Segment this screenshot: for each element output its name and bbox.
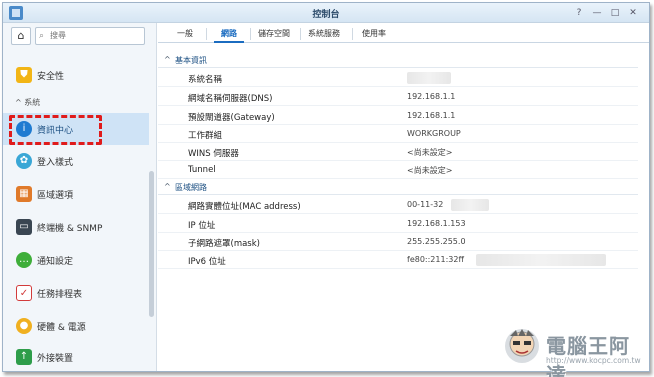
sidebar-item-label: 硬體 & 電源 [37, 323, 86, 333]
row-key: Tunnel [188, 165, 216, 175]
close-button[interactable]: ✕ [627, 7, 639, 19]
redacted-value [476, 254, 606, 266]
sidebar-item-label: 區域選項 [37, 191, 74, 201]
row-value: <尚未設定> [407, 166, 453, 175]
row-value: 192.168.1.1 [407, 92, 456, 101]
chevron-up-icon: ^ [15, 98, 22, 107]
watermark-url: http://www.kocpc.com.tw [546, 356, 641, 365]
tab-general[interactable]: 一般 [172, 25, 198, 43]
shield-icon: ⛊ [16, 67, 32, 83]
table-row: WINS 伺服器 <尚未設定> [158, 143, 638, 161]
minimize-button[interactable]: — [591, 7, 603, 19]
tab-usage[interactable]: 使用率 [356, 25, 392, 43]
table-row: 網路實體位址(MAC address) 00-11-32 [158, 196, 638, 214]
help-button[interactable]: ? [573, 7, 585, 19]
row-value: 192.168.1.153 [407, 219, 466, 228]
chevron-up-icon: ^ [164, 182, 171, 191]
palette-icon: ✿ [16, 153, 32, 169]
sidebar-item-security[interactable]: ⛊ 安全性 [3, 59, 149, 91]
calendar-icon: ▦ [16, 186, 32, 202]
search-box[interactable]: ⌕ [35, 27, 145, 45]
row-key: IP 位址 [188, 221, 216, 231]
tab-divider [352, 28, 353, 40]
row-value: 00-11-32 [407, 200, 444, 209]
chevron-up-icon: ^ [164, 55, 171, 64]
tab-divider [206, 28, 207, 40]
highlight-annotation [9, 115, 102, 145]
sidebar-item-terminal-snmp[interactable]: ▭ 終端機 & SNMP [3, 211, 149, 243]
tab-divider [300, 28, 301, 40]
sidebar-item-notification[interactable]: … 通知設定 [3, 244, 149, 276]
home-icon: ⌂ [17, 29, 25, 42]
tab-bar: 一般 網路 儲存空間 系統服務 使用率 [158, 23, 649, 43]
table-row: Tunnel <尚未設定> [158, 161, 638, 179]
sidebar-item-hardware-power[interactable]: ● 硬體 & 電源 [3, 310, 149, 342]
redacted-value [451, 199, 489, 211]
sidebar-item-login-style[interactable]: ✿ 登入樣式 [3, 145, 149, 177]
sidebar-item-label: 終端機 & SNMP [37, 224, 103, 234]
main-panel: 一般 網路 儲存空間 系統服務 使用率 ^ 基本資訊 系統名稱 網域名稱伺服器(… [158, 23, 649, 371]
terminal-icon: ▭ [16, 219, 32, 235]
title-bar: 控制台 ? — □ ✕ [3, 3, 649, 23]
sidebar: ⌂ ⌕ ⛊ 安全性 ^ 系統 i 資訊中心 ✿ 登入樣式 ▦ 區域選項 ▭ [3, 23, 157, 371]
sidebar-item-label: 安全性 [37, 72, 65, 82]
sidebar-item-task-scheduler[interactable]: ✓ 任務排程表 [3, 277, 149, 309]
table-row: 工作群組 WORKGROUP [158, 125, 638, 143]
table-row: IP 位址 192.168.1.153 [158, 215, 638, 233]
row-value: <尚未設定> [407, 148, 453, 157]
section-lan[interactable]: ^ 區域網路 [158, 180, 638, 195]
window-title: 控制台 [312, 10, 340, 20]
table-row: 子網路遮罩(mask) 255.255.255.0 [158, 233, 638, 251]
row-key: 工作群組 [188, 131, 223, 141]
tab-network[interactable]: 網路 [214, 25, 244, 43]
row-key: WINS 伺服器 [188, 149, 239, 159]
sidebar-item-label: 登入樣式 [37, 158, 74, 168]
row-value: 192.168.1.1 [407, 111, 456, 120]
chat-icon: … [16, 252, 32, 268]
row-value: fe80::211:32ff [407, 255, 464, 264]
watermark: 電腦王阿達 http://www.kocpc.com.tw [500, 326, 650, 377]
section-basic-info[interactable]: ^ 基本資訊 [158, 53, 638, 68]
sidebar-section-system[interactable]: ^ 系統 [15, 97, 40, 108]
watermark-name: 電腦王阿達 [546, 334, 630, 377]
section-title: 區域網路 [175, 183, 207, 192]
upload-icon: ↑ [16, 349, 32, 365]
sidebar-item-regional-options[interactable]: ▦ 區域選項 [3, 178, 149, 210]
bulb-icon: ● [16, 318, 32, 334]
sidebar-item-label: 任務排程表 [37, 290, 83, 300]
row-value: WORKGROUP [407, 129, 461, 138]
table-row: 預設閘道器(Gateway) 192.168.1.1 [158, 107, 638, 125]
sidebar-item-label: 外接裝置 [37, 354, 74, 364]
row-key: 網域名稱伺服器(DNS) [188, 94, 273, 104]
row-key: IPv6 位址 [188, 257, 226, 267]
tab-divider [250, 28, 251, 40]
section-title: 基本資訊 [175, 56, 207, 65]
task-calendar-icon: ✓ [16, 285, 32, 301]
sidebar-scrollbar[interactable] [149, 171, 154, 317]
maximize-button[interactable]: □ [609, 7, 621, 19]
row-key: 系統名稱 [188, 75, 223, 85]
search-input[interactable] [50, 31, 140, 40]
row-key: 預設閘道器(Gateway) [188, 113, 275, 123]
sidebar-item-external-devices[interactable]: ↑ 外接裝置 [3, 341, 149, 371]
home-button[interactable]: ⌂ [11, 27, 31, 45]
row-key: 網路實體位址(MAC address) [188, 202, 301, 212]
row-key: 子網路遮罩(mask) [188, 239, 260, 249]
table-row: 系統名稱 [158, 69, 638, 87]
table-row: 網域名稱伺服器(DNS) 192.168.1.1 [158, 88, 638, 106]
tab-storage[interactable]: 儲存空間 [254, 25, 294, 43]
row-value: 255.255.255.0 [407, 237, 466, 246]
sidebar-item-label: 通知設定 [37, 257, 74, 267]
redacted-value [407, 72, 451, 84]
search-icon: ⌕ [39, 31, 45, 41]
watermark-logo [505, 329, 539, 363]
control-panel-window: 控制台 ? — □ ✕ ⌂ ⌕ ⛊ 安全性 ^ 系統 i 資訊中心 ✿ 登入樣式 [2, 2, 650, 372]
table-row: IPv6 位址 fe80::211:32ff [158, 251, 638, 269]
tab-system-services[interactable]: 系統服務 [304, 25, 344, 43]
